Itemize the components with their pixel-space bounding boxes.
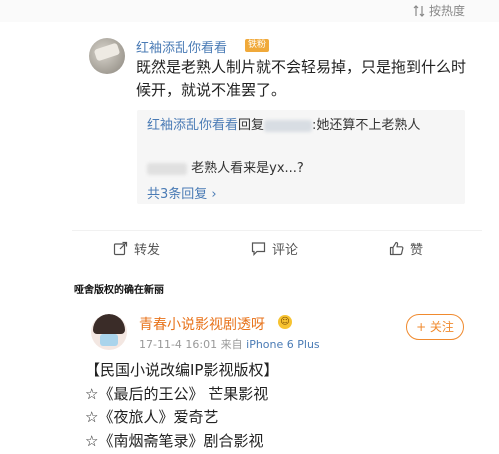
post-line: ☆《南烟斋笔录》剧合影视 — [85, 431, 264, 450]
reply-username[interactable]: 红袖添乱你看看 — [147, 118, 238, 133]
comment-label: 评论 — [272, 243, 299, 258]
post-source-prefix: 来自 — [220, 338, 243, 351]
fan-badge: 铁粉 — [245, 39, 270, 52]
image-caption: 哑舍版权的确在新丽 — [74, 285, 164, 296]
comment-icon — [251, 242, 266, 256]
reply-item: 老熟人看来是yx...? — [147, 159, 457, 179]
blurred-mention — [264, 119, 313, 132]
action-bar: 转发 评论 赞 — [72, 230, 482, 260]
thumbs-up-icon — [389, 241, 404, 256]
like-label: 赞 — [410, 243, 424, 258]
post-card: 青春小说影视剧透呀 ☺ 17-11-4 16:01 来自 iPhone 6 Pl… — [72, 303, 482, 454]
comment-card: 红袖添乱你看看 铁粉 既然是老熟人制片就不会轻易掉，只是拖到什么时候开，就说不准… — [72, 22, 482, 270]
post-timestamp: 17-11-4 16:01 — [139, 338, 218, 351]
post-body: 【民国小说改编IP影视版权】 ☆《最后的王公》 芒果影视 ☆《夜旅人》爱奇艺 ☆… — [85, 359, 475, 453]
post-source[interactable]: iPhone 6 Plus — [246, 338, 320, 351]
sort-bar: 按热度 — [0, 0, 499, 22]
repost-icon — [113, 241, 128, 256]
avatar[interactable] — [91, 314, 127, 350]
post-line: ☆《夜旅人》爱奇艺 — [85, 408, 219, 426]
sort-label: 按热度 — [428, 4, 465, 18]
reply-item: 红袖添乱你看看回复 :她还算不上老熟人 — [147, 116, 457, 136]
post-meta: 17-11-4 16:01 来自 iPhone 6 Plus — [139, 336, 320, 352]
sort-by-hot-button[interactable]: 按热度 — [413, 2, 465, 19]
sort-icon — [413, 4, 425, 17]
reply-thread[interactable]: 红袖添乱你看看回复 :她还算不上老熟人 老熟人看来是yx...? 共3条回复 › — [137, 110, 465, 204]
comment-username[interactable]: 红袖添乱你看看 — [136, 37, 227, 56]
reply-text: 老熟人看来是yx...? — [191, 161, 304, 176]
reply-text: :她还算不上老熟人 — [312, 118, 421, 133]
avatar[interactable] — [89, 38, 125, 74]
comment-button[interactable]: 评论 — [251, 239, 298, 258]
like-button[interactable]: 赞 — [389, 239, 423, 258]
emoji-icon: ☺ — [278, 315, 292, 329]
repost-label: 转发 — [134, 243, 161, 258]
post-line: ☆《最后的王公》 芒果影视 — [85, 384, 269, 403]
post-line: 【民国小说改编IP影视版权】 — [85, 361, 279, 379]
follow-button[interactable]: + 关注 — [406, 314, 464, 340]
post-username[interactable]: 青春小说影视剧透呀 — [139, 314, 265, 334]
blurred-username — [147, 162, 187, 175]
more-replies-link[interactable]: 共3条回复 › — [147, 183, 217, 202]
reply-word: 回复 — [238, 118, 265, 133]
repost-button[interactable]: 转发 — [113, 239, 160, 258]
comment-text: 既然是老熟人制片就不会轻易掉，只是拖到什么时候开，就说不准罢了。 — [136, 58, 467, 99]
